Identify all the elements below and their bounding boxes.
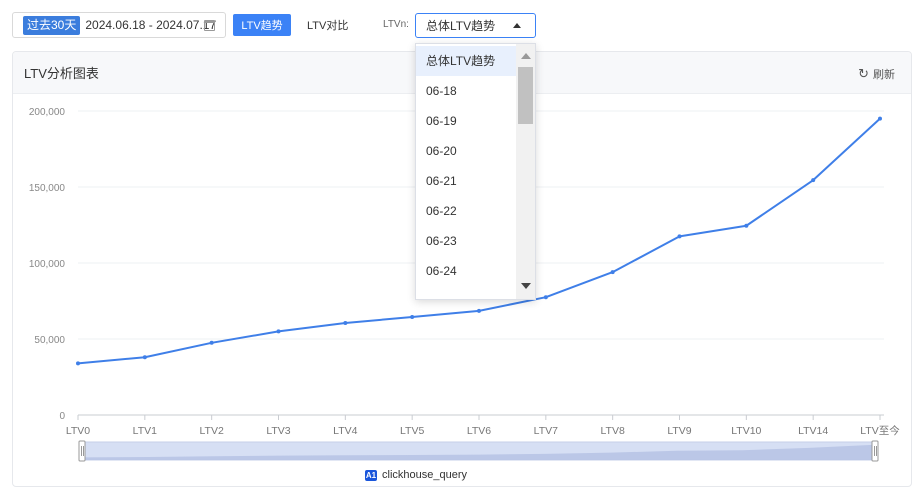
scroll-thumb[interactable] [518, 67, 533, 124]
x-tick-label: LTV4 [333, 425, 357, 437]
dropdown-option[interactable]: 06-23 [416, 226, 516, 256]
x-tick-label: LTV2 [200, 425, 224, 437]
x-tick-label: LTV8 [601, 425, 625, 437]
dropdown-option[interactable]: 06-24 [416, 256, 516, 286]
data-point [477, 308, 481, 313]
x-tick-label: LTV0 [66, 425, 90, 437]
x-tick-label: LTV5 [400, 425, 424, 437]
legend[interactable]: A1 clickhouse_query [365, 469, 467, 481]
y-tick-label: 0 [59, 411, 65, 422]
dropdown-option[interactable]: 06-22 [416, 196, 516, 226]
dropdown-scrollbar[interactable] [516, 44, 535, 299]
x-tick-label: LTV1 [133, 425, 157, 437]
y-tick-label: 50,000 [34, 335, 65, 346]
data-point [410, 314, 415, 319]
x-tick-label: LTV3 [266, 425, 290, 437]
y-tick-label: 150,000 [29, 183, 66, 194]
dropdown-option[interactable]: 06-20 [416, 136, 516, 166]
data-point [276, 329, 281, 334]
data-point [543, 295, 548, 300]
data-point [142, 355, 147, 360]
x-tick-label: LTV9 [667, 425, 691, 437]
dropdown-option[interactable]: 06-21 [416, 166, 516, 196]
x-tick-label: LTV6 [467, 425, 491, 437]
x-tick-label: LTV7 [534, 425, 558, 437]
y-tick-label: 200,000 [29, 107, 66, 118]
dropdown-list: 总体LTV趋势 06-18 06-19 06-20 06-21 06-22 06-23 06-… [416, 46, 516, 286]
data-point [811, 178, 816, 183]
x-tick-label: LTV10 [731, 425, 761, 437]
dropdown-option[interactable]: 06-18 [416, 76, 516, 106]
data-point [209, 340, 214, 345]
data-point [610, 270, 615, 275]
x-tick-label: LTV14 [798, 425, 828, 437]
scroll-down-icon[interactable] [521, 283, 531, 289]
y-tick-label: 100,000 [29, 259, 66, 270]
data-point [744, 223, 749, 228]
legend-label: clickhouse_query [382, 469, 467, 481]
data-point [343, 321, 348, 326]
data-point [677, 234, 682, 239]
ltvn-dropdown[interactable]: 总体LTV趋势 06-18 06-19 06-20 06-21 06-22 06-23 06-… [415, 43, 536, 300]
scroll-up-icon[interactable] [521, 53, 531, 59]
x-tick-label: LTV至今 [860, 424, 900, 437]
legend-badge: A1 [365, 469, 377, 481]
data-point [76, 361, 80, 366]
data-point [878, 116, 882, 121]
dropdown-option[interactable]: 总体LTV趋势 [416, 46, 516, 76]
dropdown-option[interactable]: 06-19 [416, 106, 516, 136]
